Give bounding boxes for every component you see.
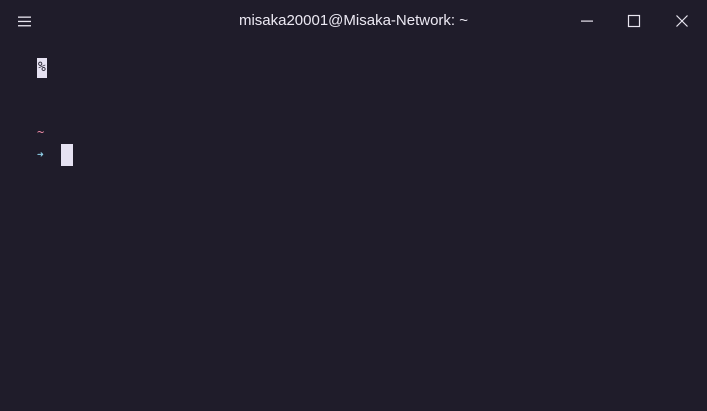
terminal-window: misaka20001@Misaka-Network: ~ % ~ ➜ [0,0,707,411]
title-bar[interactable]: misaka20001@Misaka-Network: ~ [0,0,707,42]
minimize-icon[interactable] [573,8,601,34]
terminal-cursor[interactable] [61,144,73,166]
hamburger-menu-icon[interactable] [12,10,36,32]
prompt-arrow-icon: ➜ [37,148,44,161]
close-icon[interactable] [668,8,696,34]
prompt-cwd: ~ [37,125,45,139]
maximize-icon[interactable] [620,8,648,34]
terminal-output[interactable]: % ~ ➜ [0,42,707,411]
partial-line-marker: % [37,58,47,78]
